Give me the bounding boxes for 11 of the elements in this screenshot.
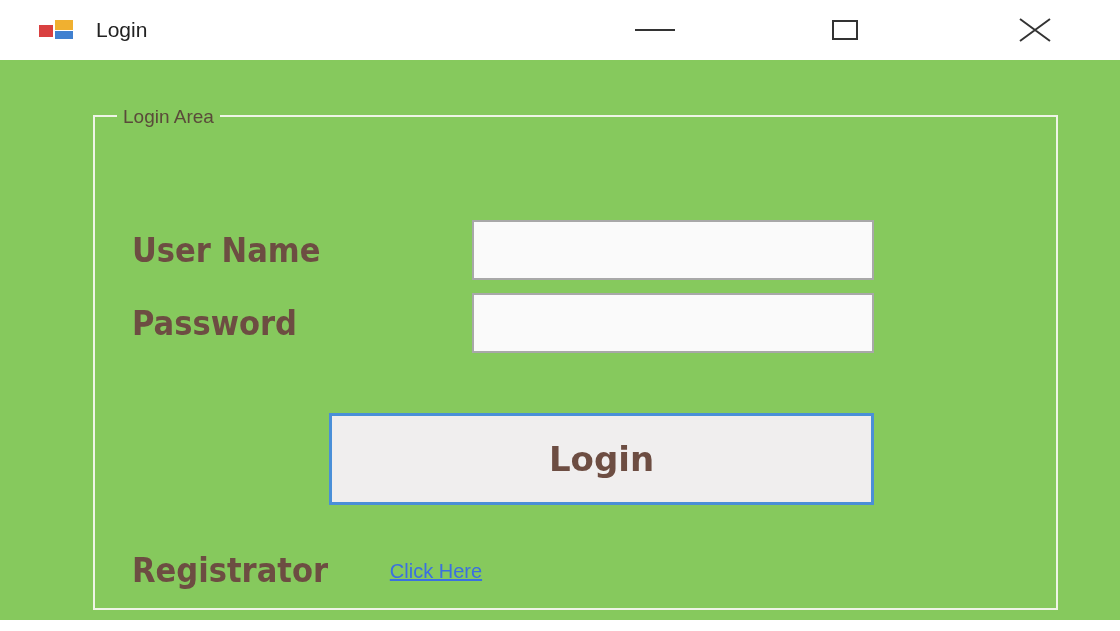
app-icon	[38, 19, 74, 41]
field-label: Password	[132, 301, 298, 345]
close-icon	[1018, 18, 1052, 42]
register-label: Registrator	[132, 549, 329, 592]
input-field[interactable]	[472, 293, 874, 353]
minimize-icon	[635, 28, 675, 32]
window-title: Login	[96, 17, 148, 44]
login-button[interactable]: Login	[329, 413, 874, 505]
maximize-icon	[832, 20, 858, 40]
input-field[interactable]	[472, 220, 874, 280]
field-label: User Name	[132, 228, 322, 272]
